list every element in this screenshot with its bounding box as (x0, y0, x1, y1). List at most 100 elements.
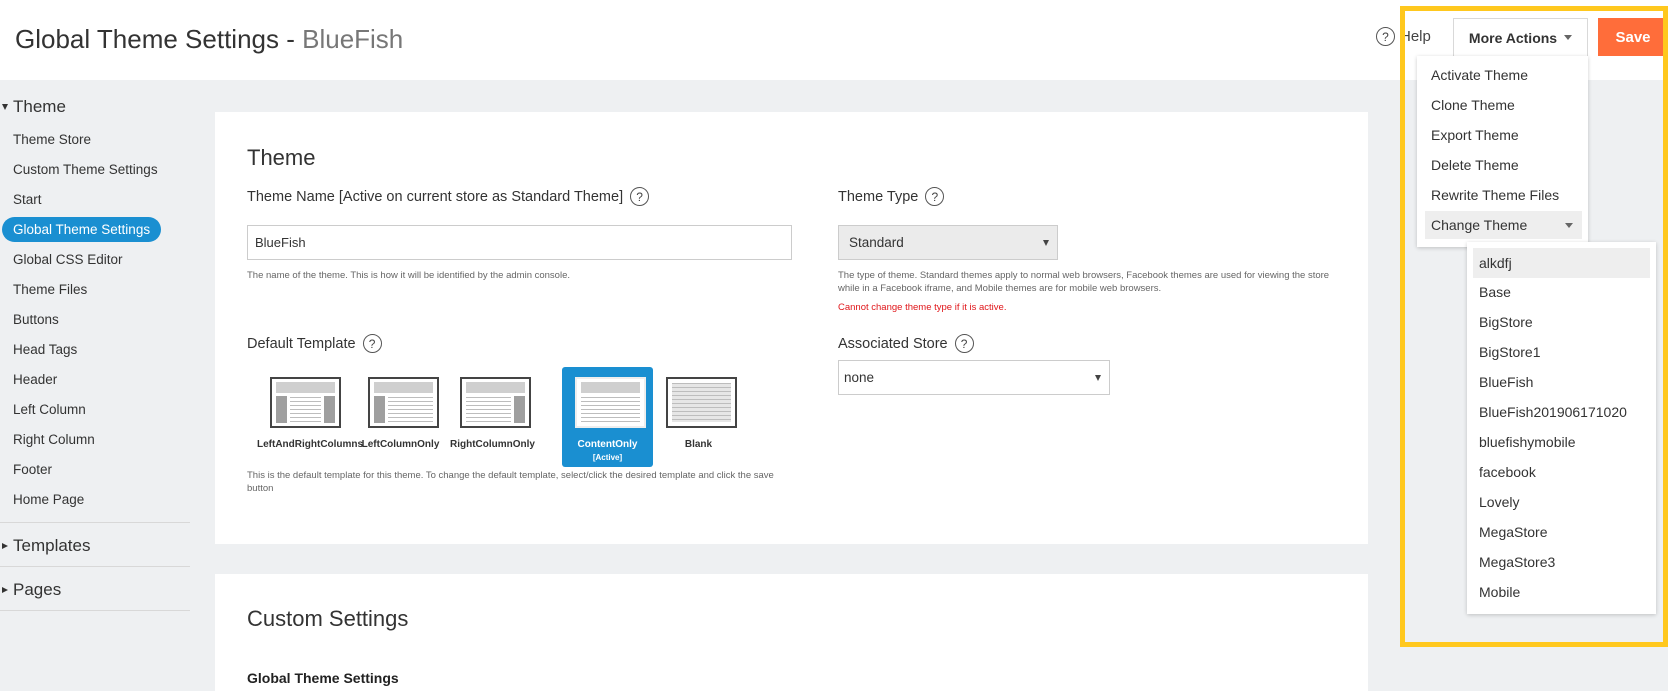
template-option-left-column-only[interactable]: LeftColumnOnly (355, 367, 446, 467)
template-thumbnail (368, 377, 439, 428)
menu-item-delete-theme[interactable]: Delete Theme (1431, 157, 1519, 173)
sidebar-item-theme-files[interactable]: Theme Files (13, 282, 87, 297)
sidebar-item-theme-store[interactable]: Theme Store (13, 132, 91, 147)
template-name: Blank (684, 439, 713, 450)
sidebar-divider (0, 566, 190, 567)
theme-option-base[interactable]: Base (1479, 284, 1511, 300)
save-button[interactable]: Save (1598, 18, 1668, 56)
theme-name-input[interactable] (247, 225, 792, 260)
help-label: Help (1400, 28, 1431, 45)
sidebar-section-pages-label: Pages (13, 580, 62, 599)
associated-store-label-text: Associated Store (838, 335, 948, 352)
menu-item-clone-theme[interactable]: Clone Theme (1431, 97, 1515, 113)
sidebar-item-buttons[interactable]: Buttons (13, 312, 59, 327)
theme-option-lovely[interactable]: Lovely (1479, 494, 1519, 510)
template-option-right-column-only[interactable]: RightColumnOnly (447, 367, 538, 467)
template-option-content-only[interactable]: ContentOnly [Active] (562, 367, 653, 467)
theme-type-warning: Cannot change theme type if it is active… (838, 302, 1007, 313)
question-circle-icon[interactable]: ? (954, 334, 974, 353)
theme-option-bigstore[interactable]: BigStore (1479, 314, 1533, 330)
menu-item-export-theme[interactable]: Export Theme (1431, 127, 1519, 143)
triangle-right-icon (2, 543, 8, 549)
triangle-right-icon (2, 587, 8, 593)
triangle-down-icon (2, 104, 8, 110)
theme-name-label: Theme Name [Active on current store as S… (247, 187, 650, 206)
sidebar-section-templates-label: Templates (13, 536, 91, 555)
help-link[interactable]: ? Help (1376, 27, 1431, 46)
template-name: ContentOnly (577, 439, 638, 450)
theme-panel: Theme Theme Name [Active on current stor… (215, 112, 1368, 544)
template-active-tag: [Active] (592, 453, 623, 462)
theme-option-alkdfj[interactable]: alkdfj (1473, 248, 1650, 278)
sidebar-item-right-column[interactable]: Right Column (13, 432, 95, 447)
caret-down-icon (1043, 239, 1049, 246)
default-template-label: Default Template ? (247, 334, 382, 353)
sidebar-item-head-tags[interactable]: Head Tags (13, 342, 77, 357)
theme-option-bluefishymobile[interactable]: bluefishymobile (1479, 434, 1576, 450)
sidebar-item-footer[interactable]: Footer (13, 462, 52, 477)
template-option-left-and-right-columns[interactable]: LeftAndRightColumns (257, 367, 364, 467)
change-theme-menu: alkdfj Base BigStore BigStore1 BlueFish … (1467, 242, 1656, 614)
default-template-label-text: Default Template (247, 335, 356, 352)
theme-option-facebook[interactable]: facebook (1479, 464, 1536, 480)
template-name: RightColumnOnly (450, 439, 535, 450)
sidebar-divider (0, 610, 190, 611)
sidebar-item-global-css-editor[interactable]: Global CSS Editor (13, 252, 123, 267)
theme-option-mobile[interactable]: Mobile (1479, 584, 1520, 600)
theme-type-label-text: Theme Type (838, 188, 919, 205)
theme-name-label-text: Theme Name [Active on current store as S… (247, 188, 624, 205)
question-circle-icon[interactable]: ? (362, 334, 382, 353)
template-thumbnail (460, 377, 531, 428)
question-circle-icon[interactable]: ? (925, 187, 945, 206)
theme-panel-title: Theme (247, 145, 316, 170)
theme-type-help: The type of theme. Standard themes apply… (838, 270, 1330, 294)
theme-type-select[interactable]: Standard (838, 225, 1058, 260)
caret-down-icon (1095, 374, 1101, 381)
question-circle-icon: ? (1376, 27, 1395, 46)
custom-settings-subhead: Global Theme Settings (247, 670, 399, 686)
theme-option-bluefish[interactable]: BlueFish (1479, 374, 1533, 390)
more-actions-label: More Actions (1468, 29, 1558, 46)
menu-item-change-theme[interactable]: Change Theme (1425, 211, 1582, 239)
theme-option-bluefish201906171020[interactable]: BlueFish201906171020 (1479, 404, 1627, 420)
sidebar-section-templates[interactable]: Templates (0, 536, 90, 556)
template-name: LeftAndRightColumns (257, 439, 364, 450)
sidebar-item-left-column[interactable]: Left Column (13, 402, 86, 417)
associated-store-label: Associated Store ? (838, 334, 974, 353)
caret-down-icon (1564, 35, 1573, 40)
theme-type-value: Standard (849, 235, 904, 250)
template-option-blank[interactable]: Blank (653, 367, 744, 467)
page-title-theme: BlueFish (302, 24, 404, 54)
more-actions-button[interactable]: More Actions (1453, 18, 1588, 56)
theme-option-bigstore1[interactable]: BigStore1 (1479, 344, 1540, 360)
question-circle-icon[interactable]: ? (630, 187, 650, 206)
default-template-help: This is the default template for this th… (247, 470, 774, 494)
menu-item-rewrite-theme-files[interactable]: Rewrite Theme Files (1431, 187, 1559, 203)
page-title-prefix: Global Theme Settings - (15, 24, 303, 54)
associated-store-value: none (844, 370, 875, 385)
sidebar-item-home-page[interactable]: Home Page (13, 492, 84, 507)
sidebar-section-pages[interactable]: Pages (0, 580, 61, 600)
page-title: Global Theme Settings - BlueFish (15, 24, 403, 55)
custom-settings-title: Custom Settings (247, 606, 409, 631)
theme-type-label: Theme Type ? (838, 187, 945, 206)
theme-option-megastore[interactable]: MegaStore (1479, 524, 1547, 540)
sidebar-section-theme[interactable]: Theme (0, 97, 66, 117)
sidebar-item-start[interactable]: Start (13, 192, 42, 207)
sidebar-divider (0, 522, 190, 523)
sidebar-item-custom-theme-settings[interactable]: Custom Theme Settings (13, 162, 158, 177)
template-thumbnail (575, 377, 646, 428)
caret-down-icon (1565, 223, 1573, 228)
theme-option-megastore3[interactable]: MegaStore3 (1479, 554, 1555, 570)
sidebar-item-header[interactable]: Header (13, 372, 57, 387)
template-thumbnail (666, 377, 737, 428)
theme-name-help: The name of the theme. This is how it wi… (247, 270, 570, 281)
sidebar-item-global-theme-settings[interactable]: Global Theme Settings (2, 217, 162, 242)
menu-item-activate-theme[interactable]: Activate Theme (1431, 67, 1528, 83)
template-name: LeftColumnOnly (361, 439, 440, 450)
menu-item-change-theme-label: Change Theme (1431, 217, 1528, 233)
sidebar-section-theme-label: Theme (13, 97, 66, 116)
associated-store-select[interactable]: none (838, 360, 1110, 395)
template-thumbnail (270, 377, 341, 428)
more-actions-menu: Activate Theme Clone Theme Export Theme … (1417, 56, 1588, 247)
